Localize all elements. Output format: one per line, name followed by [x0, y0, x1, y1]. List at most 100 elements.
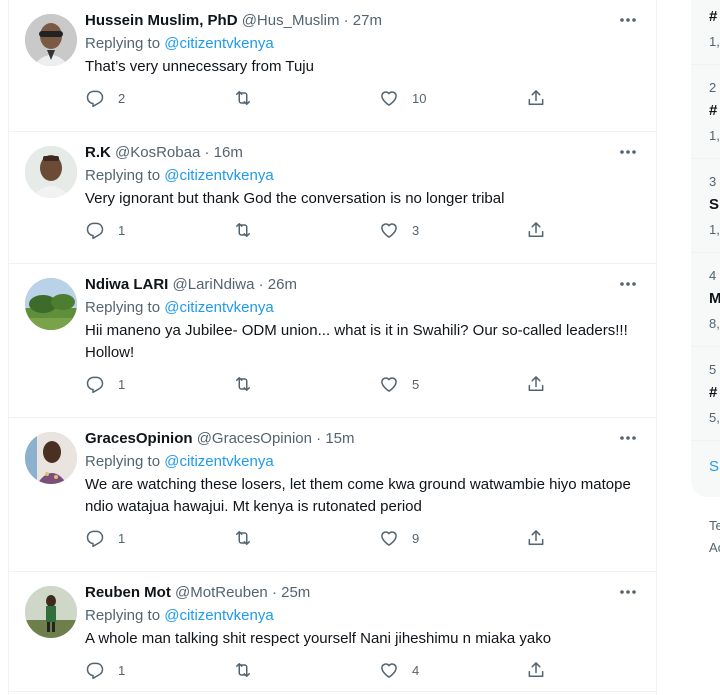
more-icon [620, 282, 636, 286]
replying-to-link[interactable]: @citizentvkenya [164, 453, 273, 470]
trend-1-count: 1, [709, 34, 720, 49]
retweet-button[interactable] [233, 374, 266, 394]
tweet-text: Hii maneno ya Jubilee- ODM union... what… [85, 322, 628, 361]
like-button[interactable]: 4 [379, 660, 419, 680]
reply-count: 1 [118, 222, 126, 238]
tweet-time[interactable]: 15m [325, 430, 354, 447]
reply-tweet[interactable]: Reuben Mot @MotReuben · 25m Replying to @… [9, 572, 656, 692]
trends-sidebar: # 1, 2 # 1, 3 Sl 1, 4 M 8, 5 # 5, Sl Te … [691, 0, 720, 695]
tweet-time[interactable]: 27m [353, 12, 382, 29]
retweet-icon [236, 663, 250, 677]
reply-button[interactable]: 1 [85, 220, 125, 240]
replying-to-link[interactable]: @citizentvkenya [164, 299, 273, 316]
replying-to-link[interactable]: @citizentvkenya [164, 607, 273, 624]
trend-2-name[interactable]: # [709, 102, 717, 119]
show-more-link[interactable]: Sl [709, 458, 720, 475]
more-options-button[interactable] [618, 276, 638, 292]
separator-dot: · [267, 584, 282, 601]
share-icon [528, 662, 544, 677]
separator-dot: · [339, 12, 353, 29]
retweet-button[interactable] [233, 220, 266, 240]
replying-label: Replying to [85, 35, 161, 52]
trend-5-name[interactable]: # [709, 384, 717, 401]
like-button[interactable]: 9 [379, 528, 419, 548]
like-icon [381, 663, 397, 678]
more-options-button[interactable] [618, 584, 638, 600]
trend-4-name[interactable]: M [709, 290, 720, 307]
like-icon [381, 531, 397, 546]
tweet-header: Hussein Muslim, PhD @Hus_Muslim · 27m [85, 11, 640, 31]
replying-to: Replying to @citizentvkenya [85, 298, 640, 318]
more-icon [620, 590, 636, 594]
reply-button[interactable]: 1 [85, 528, 125, 548]
like-button[interactable]: 5 [379, 374, 419, 394]
share-button[interactable] [526, 220, 546, 240]
like-count: 3 [412, 222, 420, 238]
tweet-time[interactable]: 26m [268, 276, 297, 293]
avatar[interactable] [25, 146, 77, 198]
reply-button[interactable]: 1 [85, 374, 125, 394]
replying-to-link[interactable]: @citizentvkenya [164, 35, 273, 52]
like-button[interactable]: 10 [379, 88, 426, 108]
retweet-icon [236, 223, 250, 237]
author-handle[interactable]: @MotReuben [175, 584, 268, 601]
trend-4-rank: 4 [709, 268, 717, 283]
tweet-text: A whole man talking shit respect yoursel… [85, 630, 552, 647]
tweet-time[interactable]: 16m [214, 144, 243, 161]
author-handle[interactable]: @Hus_Muslim [242, 12, 340, 29]
tweet-time[interactable]: 25m [281, 584, 310, 601]
author-name[interactable]: Reuben Mot [85, 584, 171, 601]
share-button[interactable] [526, 374, 546, 394]
share-button[interactable] [526, 88, 546, 108]
trend-3-count: 1, [709, 222, 720, 237]
like-count: 5 [412, 376, 420, 392]
author-name[interactable]: Hussein Muslim, PhD [85, 12, 238, 29]
author-handle[interactable]: @LariNdiwa [173, 276, 255, 293]
more-options-button[interactable] [618, 144, 638, 160]
share-button[interactable] [526, 528, 546, 548]
reply-count: 1 [118, 530, 126, 546]
like-count: 4 [412, 662, 420, 678]
author-name[interactable]: GracesOpinion [85, 430, 193, 447]
more-icon [620, 150, 636, 154]
divider [691, 252, 720, 253]
retweet-icon [236, 531, 250, 545]
tweet-header: Ndiwa LARI @LariNdiwa · 26m [85, 275, 640, 295]
avatar[interactable] [25, 432, 77, 484]
more-options-button[interactable] [618, 430, 638, 446]
retweet-button[interactable] [233, 528, 266, 548]
author-name[interactable]: R.K [85, 144, 111, 161]
tweet-actions: 2 10 [85, 88, 640, 114]
reply-button[interactable]: 2 [85, 88, 125, 108]
reply-tweet[interactable]: Hussein Muslim, PhD @Hus_Muslim · 27m Rep… [9, 0, 656, 132]
avatar[interactable] [25, 586, 77, 638]
reply-button[interactable]: 1 [85, 660, 125, 680]
retweet-icon [236, 377, 250, 391]
trend-5-count: 5, [709, 410, 720, 425]
retweet-button[interactable] [233, 660, 266, 680]
footer-link-accessibility[interactable]: Ac [709, 540, 720, 555]
author-handle[interactable]: @GracesOpinion [197, 430, 312, 447]
replying-label: Replying to [85, 607, 161, 624]
more-options-button[interactable] [618, 12, 638, 28]
more-icon [620, 436, 636, 440]
reply-count: 1 [118, 376, 126, 392]
like-button[interactable]: 3 [379, 220, 419, 240]
avatar[interactable] [25, 14, 77, 66]
reply-tweet[interactable]: Ndiwa LARI @LariNdiwa · 26m Replying to @… [9, 264, 656, 418]
reply-tweet[interactable]: R.K @KosRobaa · 16m Replying to @citizent… [9, 132, 656, 264]
replying-to-link[interactable]: @citizentvkenya [164, 167, 273, 184]
retweet-button[interactable] [233, 88, 266, 108]
separator-dot: · [200, 144, 214, 161]
trend-2-count: 1, [709, 128, 720, 143]
reply-tweet[interactable]: GracesOpinion @GracesOpinion · 15m Replyi… [9, 418, 656, 572]
trend-3-name[interactable]: Sl [709, 196, 720, 213]
share-button[interactable] [526, 660, 546, 680]
author-name[interactable]: Ndiwa LARI [85, 276, 168, 293]
replying-to: Replying to @citizentvkenya [85, 34, 640, 54]
avatar[interactable] [25, 278, 77, 330]
footer-link-terms[interactable]: Te [709, 518, 720, 533]
trend-1-name[interactable]: # [709, 8, 717, 25]
replies-feed: Hussein Muslim, PhD @Hus_Muslim · 27m Rep… [8, 0, 657, 695]
author-handle[interactable]: @KosRobaa [115, 144, 200, 161]
